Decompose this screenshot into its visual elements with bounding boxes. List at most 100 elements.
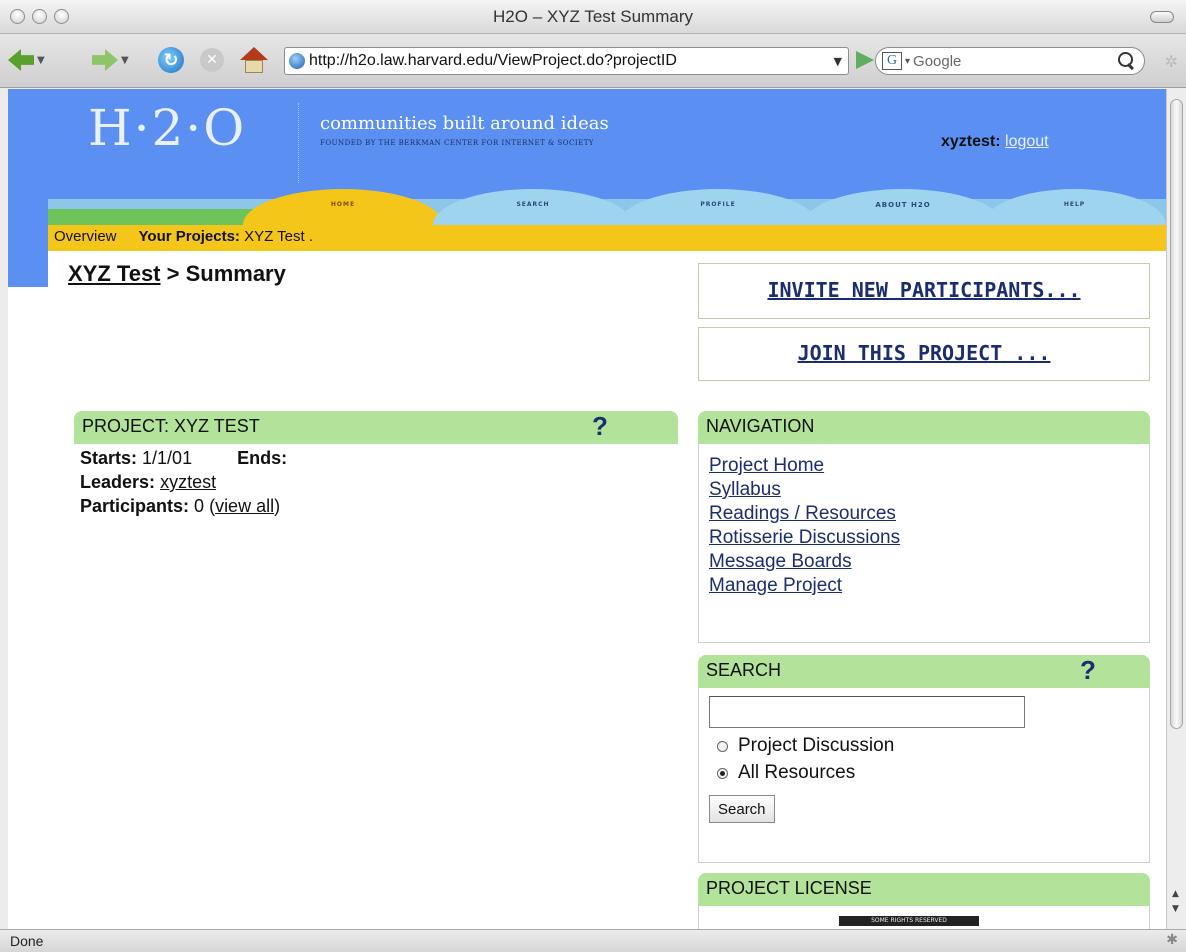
toolbar-toggle-button[interactable] <box>1150 11 1174 23</box>
join-project-link[interactable]: JOIN THIS PROJECT ... <box>699 341 1149 365</box>
breadcrumb-current: > Summary <box>160 261 286 286</box>
back-arrow-icon <box>8 49 34 71</box>
tab-about[interactable]: ABOUT H2O <box>803 185 1003 225</box>
nav-link-manage-project[interactable]: Manage Project <box>709 574 900 598</box>
search-help-button[interactable]: ? <box>1080 655 1096 686</box>
tab-profile[interactable]: PROFILE <box>618 185 818 225</box>
chevron-down-icon: ▼ <box>121 54 129 66</box>
user-info: xyztest: logout <box>941 133 1049 151</box>
search-button[interactable]: Search <box>709 795 775 823</box>
leaders-label: Leaders: <box>80 472 156 492</box>
google-icon[interactable]: G <box>882 52 902 70</box>
invite-participants-link[interactable]: INVITE NEW PARTICIPANTS... <box>699 278 1149 302</box>
scrollbar-thumb[interactable] <box>1170 99 1183 729</box>
chevron-down-icon: ▼ <box>37 54 45 66</box>
main-nav-tabs: HOME SEARCH PROFILE ABOUT H2O HELP <box>48 185 1166 225</box>
radio-button[interactable] <box>717 740 728 752</box>
nav-link-readings[interactable]: Readings / Resources <box>709 502 900 526</box>
scroll-up-arrow-icon[interactable]: ▲ <box>1172 889 1179 899</box>
radio-project-discussion[interactable]: Project Discussion <box>717 735 894 757</box>
forward-button[interactable]: ▼ <box>92 45 129 75</box>
tab-search[interactable]: SEARCH <box>433 185 633 225</box>
participants-label: Participants: <box>80 496 190 516</box>
page-content: XYZ Test > Summary INVITE NEW PARTICIPAN… <box>48 251 1166 929</box>
url-text[interactable]: http://h2o.law.harvard.edu/ViewProject.d… <box>309 52 828 70</box>
forward-arrow-icon <box>92 49 118 71</box>
logo-divider <box>298 103 299 183</box>
nav-link-rotisserie[interactable]: Rotisserie Discussions <box>709 526 900 550</box>
back-button[interactable]: ▼ <box>8 45 45 75</box>
tab-help[interactable]: HELP <box>983 185 1166 225</box>
window-title: H2O – XYZ Test Summary <box>493 7 693 26</box>
search-input[interactable] <box>709 696 1025 728</box>
project-link[interactable]: XYZ Test . <box>244 228 313 245</box>
scroll-down-arrow-icon[interactable]: ▼ <box>1172 904 1179 914</box>
browser-search-field[interactable]: G ▾ Google <box>875 47 1145 75</box>
globe-icon <box>289 53 305 69</box>
invite-box: INVITE NEW PARTICIPANTS... <box>698 263 1150 319</box>
nav-link-syllabus[interactable]: Syllabus <box>709 478 900 502</box>
navigation-panel-body: Project Home Syllabus Readings / Resourc… <box>698 444 1150 643</box>
breadcrumb-project-link[interactable]: XYZ Test <box>68 261 161 286</box>
h2o-logo[interactable]: H·2·O <box>88 99 246 157</box>
overview-link[interactable]: Overview <box>54 228 117 245</box>
project-details: Starts: 1/1/01 Ends: Leaders: xyztest Pa… <box>74 444 678 541</box>
resize-grip-icon[interactable]: ✱ <box>1166 932 1178 948</box>
participants-count: 0 <box>194 496 205 516</box>
browser-toolbar: ▼ ▼ ↻ ✕ http://h2o.law.harvard.edu/ViewP… <box>0 34 1186 88</box>
status-text: Done <box>10 933 44 949</box>
nav-link-project-home[interactable]: Project Home <box>709 454 900 478</box>
go-icon[interactable] <box>856 51 874 69</box>
chevron-down-icon[interactable]: ▾ <box>905 56 910 67</box>
username: xyztest: <box>941 133 1001 150</box>
home-icon <box>240 47 268 73</box>
site-tagline: communities built around ideas <box>320 113 609 134</box>
project-subnav: Overview Your Projects: XYZ Test . <box>48 225 1166 251</box>
project-leaders: Leaders: xyztest <box>80 472 216 493</box>
radio-button-selected[interactable] <box>717 767 728 779</box>
license-panel-header: PROJECT LICENSE <box>698 873 1150 906</box>
activity-spinner-icon: ✲ <box>1164 52 1178 71</box>
license-panel-body: SOME RIGHTS RESERVED <box>698 906 1150 929</box>
page-viewport: H·2·O communities built around ideas FOU… <box>8 89 1166 929</box>
project-participants: Participants: 0 (view all) <box>80 496 281 516</box>
starts-label: Starts: <box>80 448 138 468</box>
radio-all-resources[interactable]: All Resources <box>717 762 855 784</box>
stop-icon: ✕ <box>200 48 224 72</box>
project-title: PROJECT: XYZ TEST <box>82 416 260 436</box>
logout-link[interactable]: logout <box>1005 133 1049 150</box>
search-panel-body: Project Discussion All Resources Search <box>698 688 1150 863</box>
navigation-panel-header: NAVIGATION <box>698 411 1150 444</box>
reload-icon: ↻ <box>158 47 184 73</box>
address-bar[interactable]: http://h2o.law.harvard.edu/ViewProject.d… <box>284 47 849 75</box>
join-box: JOIN THIS PROJECT ... <box>698 327 1150 381</box>
project-panel-header: PROJECT: XYZ TEST ? <box>74 411 678 444</box>
creative-commons-badge[interactable]: SOME RIGHTS RESERVED <box>839 916 979 926</box>
nav-link-message-boards[interactable]: Message Boards <box>709 550 900 574</box>
project-panel: PROJECT: XYZ TEST ? Starts: 1/1/01 Ends:… <box>74 411 678 541</box>
navigation-panel: NAVIGATION Project Home Syllabus Reading… <box>698 411 1150 643</box>
reload-button[interactable]: ↻ <box>158 45 184 75</box>
vertical-scrollbar[interactable]: ▲ ▼ <box>1166 89 1186 929</box>
tab-home[interactable]: HOME <box>243 185 443 225</box>
status-bar: Done ✱ <box>0 929 1186 952</box>
starts-value: 1/1/01 <box>142 448 193 468</box>
search-title: SEARCH <box>706 660 782 680</box>
search-placeholder[interactable]: Google <box>913 53 1118 70</box>
project-dates: Starts: 1/1/01 Ends: <box>80 448 287 469</box>
view-all-link[interactable]: view all <box>215 496 274 516</box>
project-help-button[interactable]: ? <box>592 411 608 442</box>
your-projects-label: Your Projects: <box>138 228 240 245</box>
radio-label: Project Discussion <box>738 735 895 756</box>
ends-label: Ends: <box>237 448 288 468</box>
chevron-down-icon[interactable]: ▼ <box>834 55 842 68</box>
stop-button[interactable]: ✕ <box>200 45 224 75</box>
leader-link[interactable]: xyztest <box>160 472 216 492</box>
radio-label: All Resources <box>738 762 856 783</box>
tabbar-green-strip <box>48 209 268 225</box>
home-button[interactable] <box>240 45 268 75</box>
window-titlebar: H2O – XYZ Test Summary <box>0 0 1186 34</box>
search-icon[interactable] <box>1118 52 1136 70</box>
search-panel: SEARCH ? Project Discussion All Resource… <box>698 655 1150 863</box>
search-panel-header: SEARCH ? <box>698 655 1150 688</box>
